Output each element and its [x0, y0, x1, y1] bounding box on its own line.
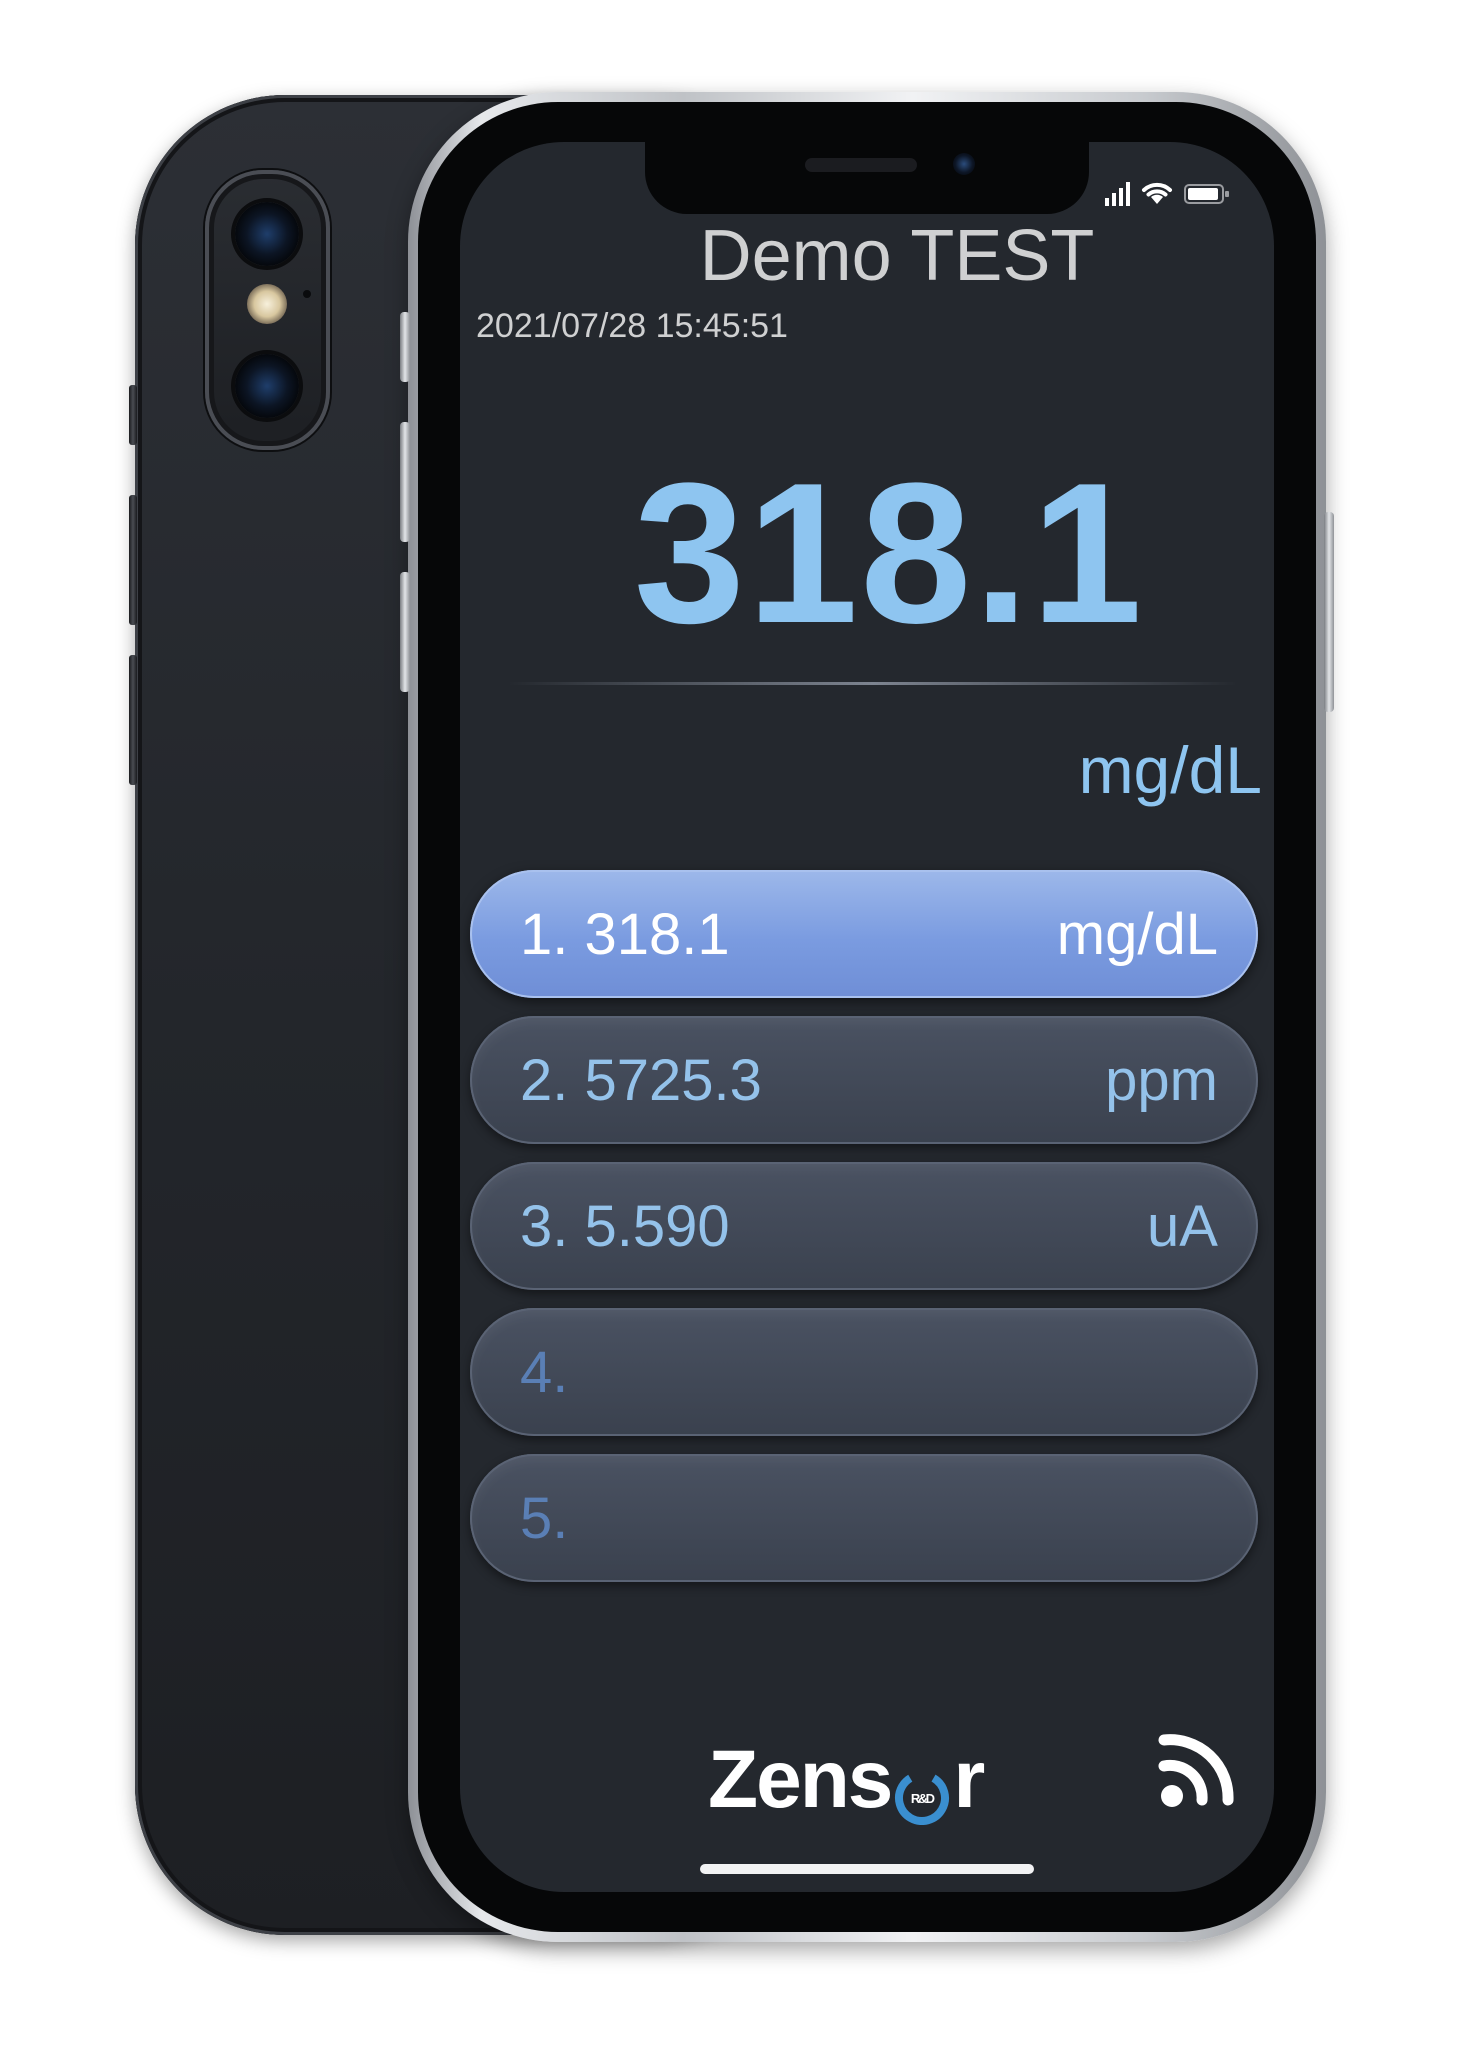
power-button [1324, 512, 1334, 712]
reading-index: 5. [520, 1485, 569, 1551]
timestamp: 2021/07/28 15:45:51 [476, 307, 788, 345]
signal-icon [1105, 182, 1130, 206]
rear-camera-module [205, 170, 330, 450]
volume-up-button [129, 495, 137, 625]
wifi-connect-button[interactable] [1150, 1728, 1240, 1818]
divider [508, 682, 1238, 685]
readings-list: 1. 318.1 mg/dL 2. 5725.3 ppm 3. 5.590 uA… [470, 870, 1258, 1600]
app-screen: Demo TEST 2021/07/28 15:45:51 318.1 mg/d… [460, 142, 1274, 1892]
wifi-icon [1158, 1734, 1234, 1807]
reading-row-3[interactable]: 3. 5.590 uA [470, 1162, 1258, 1290]
reading-value: 1. 318.1 [520, 901, 730, 968]
home-indicator[interactable] [700, 1864, 1034, 1874]
silent-switch [129, 385, 137, 445]
reading-index: 2. [520, 1047, 569, 1113]
reading-value: 4. [520, 1339, 568, 1406]
volume-up-button [400, 422, 410, 542]
device-mockup: Demo TEST 2021/07/28 15:45:51 318.1 mg/d… [0, 0, 1466, 2048]
brand-text-right: r [953, 1734, 985, 1825]
reading-value: 2. 5725.3 [520, 1047, 762, 1114]
brand-logo: Zens R&D r [708, 1734, 985, 1825]
main-reading-unit: mg/dL [1078, 733, 1262, 807]
volume-down-button [129, 655, 137, 785]
reading-index: 1. [520, 901, 569, 967]
reading-value: 3. 5.590 [520, 1193, 730, 1260]
brand-badge: R&D [911, 1791, 935, 1806]
microphone-dot [303, 290, 311, 298]
flash-icon [247, 284, 287, 324]
front-camera-icon [953, 153, 975, 175]
silent-switch [400, 312, 410, 382]
battery-icon [1184, 184, 1229, 204]
brand-text-left: Zens [708, 1734, 893, 1825]
reading-index: 4. [520, 1339, 569, 1405]
reading-number: 318.1 [584, 901, 730, 967]
status-bar [1105, 176, 1230, 206]
main-reading-value: 318.1 [633, 442, 1145, 665]
volume-down-button [400, 572, 410, 692]
reading-row-5[interactable]: 5. [470, 1454, 1258, 1582]
phone-front: Demo TEST 2021/07/28 15:45:51 318.1 mg/d… [400, 92, 1334, 1942]
notch [645, 142, 1089, 214]
reading-value: 5. [520, 1485, 568, 1552]
camera-lens-icon [235, 202, 299, 266]
camera-lens-icon [235, 354, 299, 418]
reading-number: 5725.3 [584, 1047, 762, 1113]
earpiece-speaker [805, 158, 917, 172]
reading-row-4[interactable]: 4. [470, 1308, 1258, 1436]
reading-unit: uA [1147, 1193, 1218, 1259]
brand-o-icon: R&D [893, 1751, 951, 1825]
reading-unit: mg/dL [1056, 901, 1218, 967]
wifi-status-icon [1142, 182, 1172, 204]
reading-row-2[interactable]: 2. 5725.3 ppm [470, 1016, 1258, 1144]
reading-unit: ppm [1105, 1047, 1218, 1113]
page-title: Demo TEST [699, 216, 1095, 296]
reading-index: 3. [520, 1193, 569, 1259]
reading-row-1[interactable]: 1. 318.1 mg/dL [470, 870, 1258, 998]
reading-number: 5.590 [584, 1193, 730, 1259]
